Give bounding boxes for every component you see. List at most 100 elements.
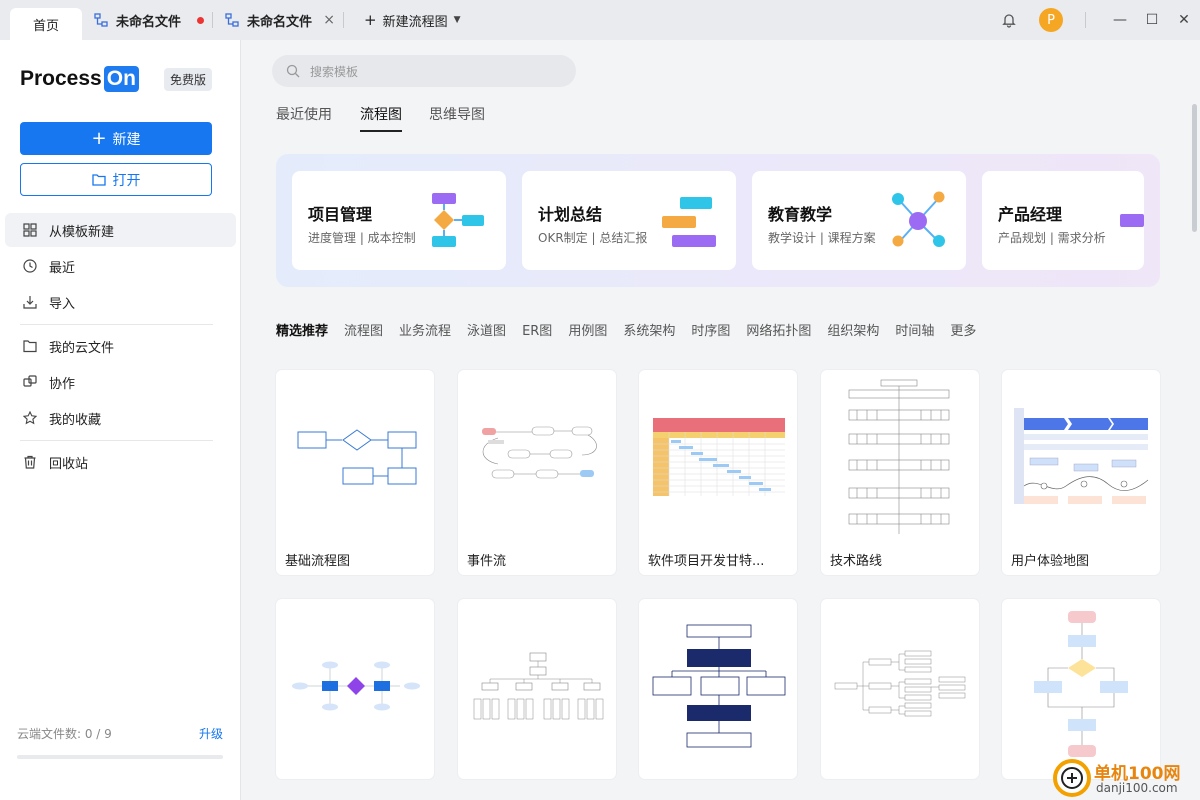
card-subtitle: 教学设计 | 课程方案	[768, 231, 876, 245]
tab-file-2-label: 未命名文件	[247, 14, 313, 30]
sidebar-item-label: 协作	[49, 376, 76, 392]
sidebar-item-label: 从模板新建	[49, 224, 115, 240]
maximize-button[interactable]: ☐	[1136, 12, 1168, 28]
filter-more[interactable]: 更多	[950, 320, 976, 339]
scenario-card-product[interactable]: 产品经理 产品规划 | 需求分析	[982, 171, 1144, 270]
filter-featured[interactable]: 精选推荐	[276, 320, 328, 339]
site-watermark: 单机100网 danji100.com	[1052, 757, 1200, 800]
template-name: 事件流	[467, 554, 507, 569]
template-thumbnail	[653, 418, 785, 496]
new-flowchart-tab[interactable]: + 新建流程图 ▼	[352, 0, 473, 40]
plan-bars-illustration-icon	[662, 197, 716, 247]
tab-bar: 首页 未命名文件 未命名文件 × + 新建流程图 ▼ P — ☐ ✕	[0, 0, 1200, 40]
upgrade-link[interactable]: 升级	[199, 725, 223, 742]
tab-file-1[interactable]: 未命名文件	[82, 0, 212, 40]
product-illustration-icon	[1120, 214, 1144, 227]
bell-icon[interactable]	[1001, 12, 1017, 28]
template-name: 基础流程图	[285, 554, 351, 569]
sidebar-item-collaborate[interactable]: 协作	[5, 365, 236, 399]
sidebar: Process On 免费版 + 新建 打开 从模板新建 最近 导入 我的云文件 …	[0, 40, 241, 800]
import-icon	[23, 295, 37, 309]
sidebar-item-trash[interactable]: 回收站	[5, 445, 236, 479]
sidebar-item-label: 导入	[49, 296, 76, 312]
close-tab-icon[interactable]: ×	[323, 12, 335, 28]
filter-org-chart[interactable]: 组织架构	[827, 320, 879, 339]
cloud-quota-label: 云端文件数: 0 / 9	[17, 727, 112, 741]
filter-er[interactable]: ER图	[522, 320, 552, 339]
unsaved-dot-icon	[197, 16, 204, 24]
watermark-url: danji100.com	[1096, 781, 1178, 795]
open-button-label: 打开	[112, 172, 141, 189]
clock-icon	[23, 259, 37, 273]
filter-timeline[interactable]: 时间轴	[895, 320, 934, 339]
sidebar-item-label: 回收站	[49, 456, 89, 472]
education-network-illustration-icon	[892, 191, 945, 247]
tab-file-2[interactable]: 未命名文件 ×	[213, 0, 343, 40]
sidebar-item-cloud-files[interactable]: 我的云文件	[5, 329, 236, 363]
template-card[interactable]	[276, 599, 434, 779]
tab-recent-used[interactable]: 最近使用	[276, 104, 332, 124]
template-thumbnail	[297, 429, 417, 485]
template-card[interactable]	[639, 599, 797, 779]
filter-sequence[interactable]: 时序图	[691, 320, 730, 339]
template-card[interactable]: 事件流	[458, 370, 616, 575]
template-card[interactable]: 技术路线	[821, 370, 979, 575]
sidebar-item-favorites[interactable]: 我的收藏	[5, 401, 236, 435]
avatar[interactable]: P	[1039, 8, 1063, 32]
tab-flowchart[interactable]: 流程图	[360, 104, 402, 132]
sidebar-divider	[20, 324, 213, 325]
scrollbar-thumb[interactable]	[1192, 104, 1197, 232]
template-card[interactable]: 用户体验地图	[1002, 370, 1160, 575]
plan-badge: 免费版	[164, 68, 213, 91]
tab-file-1-label: 未命名文件	[116, 14, 182, 30]
window-controls: P — ☐ ✕	[1001, 0, 1200, 40]
tab-mindmap[interactable]: 思维导图	[429, 104, 485, 124]
new-flowchart-label: 新建流程图	[382, 14, 448, 30]
sidebar-item-recent[interactable]: 最近	[5, 249, 236, 283]
card-subtitle: OKR制定 | 总结汇报	[538, 231, 648, 245]
template-card[interactable]: 软件项目开发甘特...	[639, 370, 797, 575]
filter-swimlane[interactable]: 泳道图	[467, 320, 506, 339]
card-title: 项目管理	[308, 205, 373, 224]
card-title: 教育教学	[768, 205, 833, 224]
filter-business-flow[interactable]: 业务流程	[399, 320, 451, 339]
sidebar-item-label: 我的云文件	[49, 340, 115, 356]
trash-icon	[23, 455, 37, 469]
logo-on: On	[103, 66, 139, 92]
template-thumbnail	[652, 624, 786, 748]
template-card[interactable]: 基础流程图	[276, 370, 434, 575]
project-flow-illustration-icon	[432, 193, 484, 247]
star-icon	[23, 411, 37, 425]
sidebar-item-template[interactable]: 从模板新建	[5, 213, 236, 247]
scenario-card-plan[interactable]: 计划总结 OKR制定 | 总结汇报	[522, 171, 736, 270]
template-search-input[interactable]: 搜索模板	[272, 55, 576, 87]
new-button[interactable]: + 新建	[20, 122, 212, 155]
tab-home[interactable]: 首页	[10, 8, 82, 40]
template-card[interactable]	[458, 599, 616, 779]
watermark-logo-icon	[1053, 759, 1091, 797]
flowchart-icon	[225, 13, 239, 27]
open-button[interactable]: 打开	[20, 163, 212, 196]
template-name: 用户体验地图	[1011, 554, 1090, 569]
card-title: 产品经理	[998, 205, 1063, 224]
scenario-card-project[interactable]: 项目管理 进度管理 | 成本控制	[292, 171, 506, 270]
folder-open-icon	[91, 173, 107, 187]
quota-progress-bar	[17, 755, 223, 759]
collaborate-icon	[23, 375, 37, 389]
template-card[interactable]	[1002, 599, 1160, 779]
filter-system-architecture[interactable]: 系统架构	[623, 320, 675, 339]
filter-flowchart[interactable]: 流程图	[344, 320, 383, 339]
sidebar-item-import[interactable]: 导入	[5, 285, 236, 319]
template-card[interactable]	[821, 599, 979, 779]
template-thumbnail	[473, 652, 604, 720]
plus-icon: +	[364, 11, 377, 29]
template-icon	[23, 223, 37, 237]
template-thumbnail	[848, 379, 950, 534]
close-button[interactable]: ✕	[1168, 12, 1200, 28]
minimize-button[interactable]: —	[1104, 12, 1136, 28]
filter-network-topology[interactable]: 网络拓扑图	[746, 320, 811, 339]
filter-use-case[interactable]: 用例图	[568, 320, 607, 339]
plus-icon: +	[91, 127, 107, 149]
tab-divider	[343, 12, 344, 28]
scenario-card-education[interactable]: 教育教学 教学设计 | 课程方案	[752, 171, 966, 270]
